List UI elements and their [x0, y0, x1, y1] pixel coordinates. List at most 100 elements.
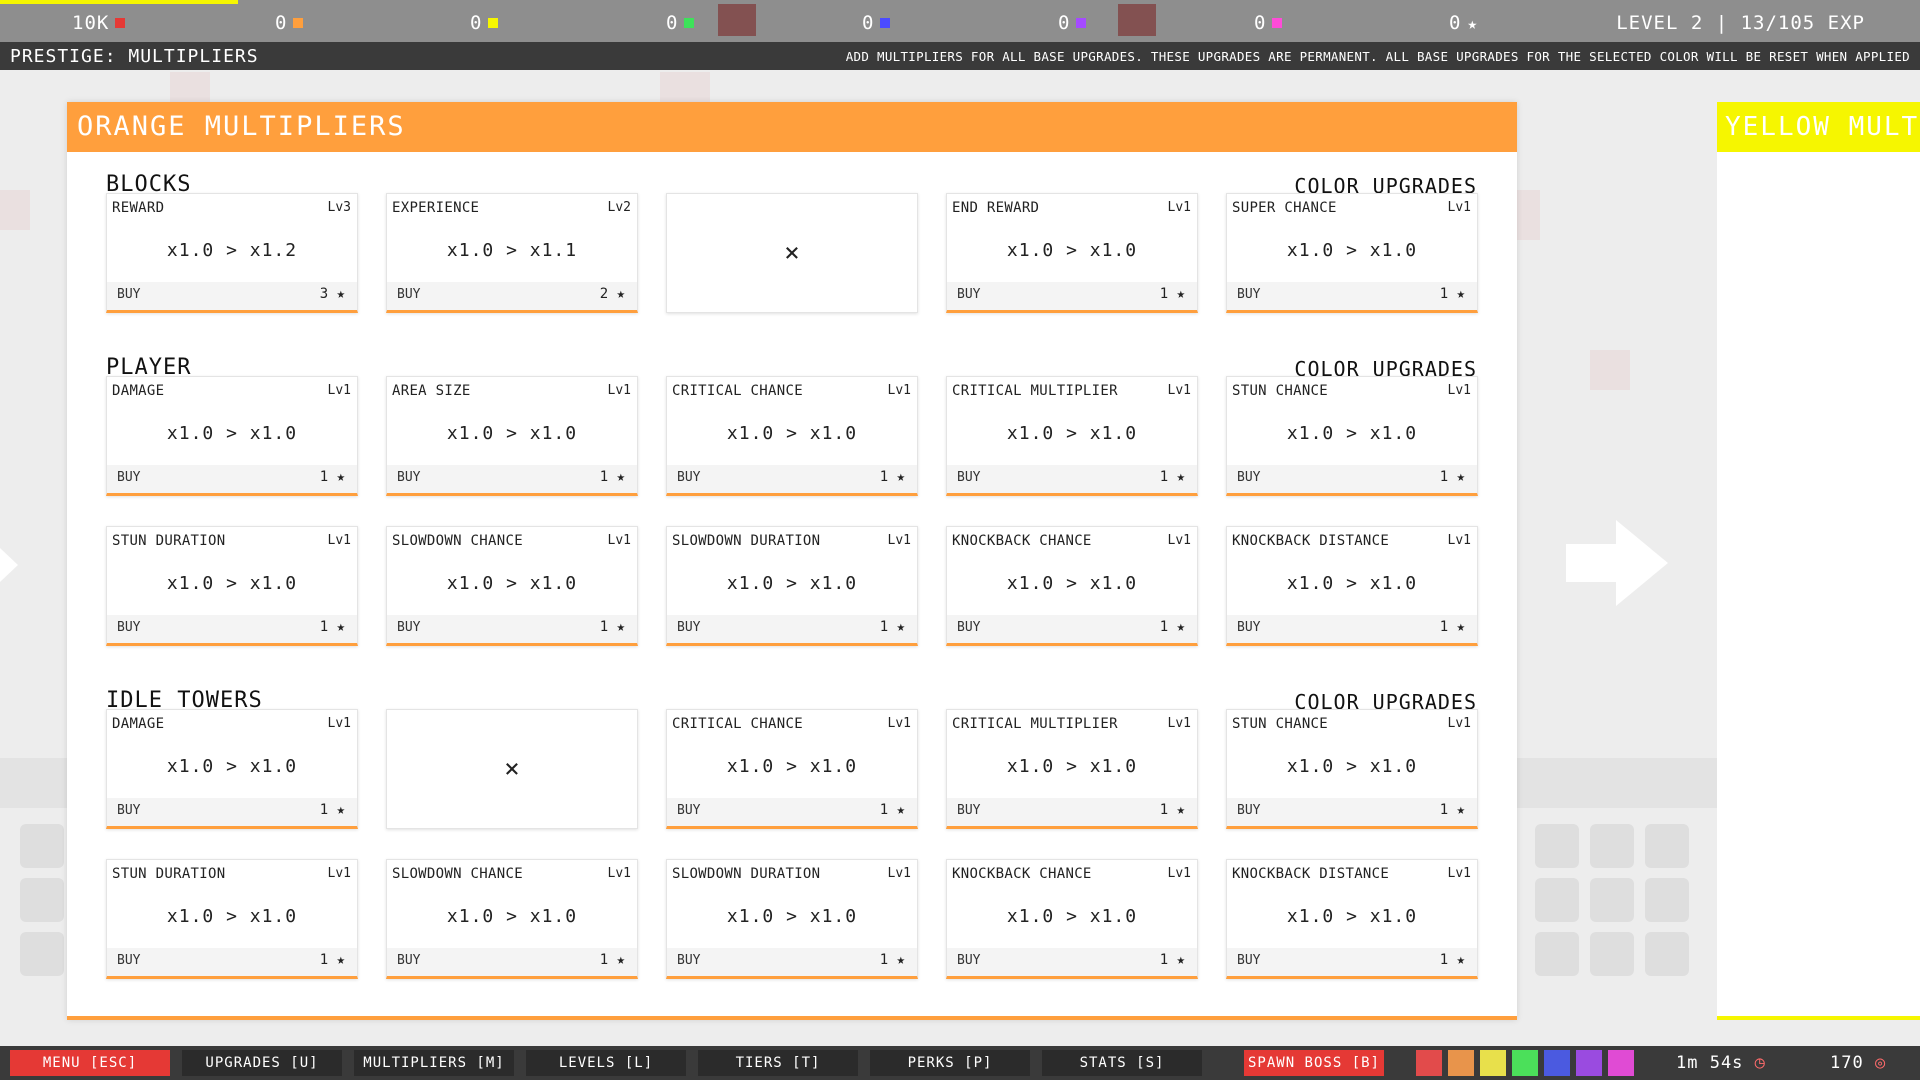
buy-button[interactable]: BUY 1 ★: [947, 798, 1197, 826]
color-select-swatch[interactable]: [1416, 1050, 1442, 1076]
buy-button[interactable]: BUY 1 ★: [667, 615, 917, 643]
arrow-left-icon[interactable]: [0, 548, 18, 582]
resource-counter: 0: [862, 12, 891, 34]
yellow-multipliers-panel[interactable]: YELLOW MULT: [1717, 102, 1920, 1020]
buy-button[interactable]: BUY 1 ★: [1227, 948, 1477, 976]
upgrade-card-area-size: AREA SIZE Lv1 x1.0 > x1.0 BUY 1 ★: [386, 376, 638, 496]
buy-button[interactable]: BUY 1 ★: [947, 282, 1197, 310]
upgrade-multiplier: x1.0 > x1.0: [1286, 573, 1418, 594]
buy-button[interactable]: BUY 1 ★: [387, 615, 637, 643]
upgrade-name: SLOWDOWN CHANCE: [392, 533, 523, 549]
background-block: [1590, 350, 1630, 390]
cost-value: 1: [1159, 469, 1169, 485]
cost-value: 1: [1159, 952, 1169, 968]
upgrade-cost: 1 ★: [1160, 469, 1185, 485]
upgrade-multiplier: x1.0 > x1.0: [726, 573, 858, 594]
buy-button[interactable]: BUY 1 ★: [667, 465, 917, 493]
upgrade-multiplier: x1.0 > x1.0: [1006, 240, 1138, 261]
buy-button[interactable]: BUY 1 ★: [107, 465, 357, 493]
buy-button[interactable]: BUY 1 ★: [667, 948, 917, 976]
upgrade-level: Lv1: [1447, 533, 1471, 548]
color-select-swatch[interactable]: [1480, 1050, 1506, 1076]
upgrade-multiplier: x1.0 > x1.0: [446, 423, 578, 444]
buy-label: BUY: [117, 470, 141, 485]
upgrade-name: KNOCKBACK DISTANCE: [1232, 533, 1390, 549]
upgrade-level: Lv1: [607, 383, 631, 398]
star-icon: ★: [1448, 952, 1465, 968]
upgrade-cost: 1 ★: [1440, 286, 1465, 302]
upgrade-level: Lv1: [1167, 383, 1191, 398]
buy-button[interactable]: BUY 1 ★: [947, 465, 1197, 493]
color-select-swatch[interactable]: [1448, 1050, 1474, 1076]
buy-button[interactable]: BUY 2 ★: [387, 282, 637, 310]
star-icon: ★: [1168, 619, 1185, 635]
upgrade-name: SLOWDOWN DURATION: [672, 866, 821, 882]
locked-upgrade-card: ×: [386, 709, 638, 829]
upgrade-card-critical-chance: CRITICAL CHANCE Lv1 x1.0 > x1.0 BUY 1 ★: [666, 709, 918, 829]
upgrade-level: Lv1: [327, 533, 351, 548]
upgrade-name: KNOCKBACK DISTANCE: [1232, 866, 1390, 882]
upgrade-name: EXPERIENCE: [392, 200, 480, 216]
buy-button[interactable]: BUY 1 ★: [1227, 282, 1477, 310]
star-icon: ★: [328, 802, 345, 818]
buy-button[interactable]: BUY 1 ★: [1227, 465, 1477, 493]
upgrade-level: Lv1: [607, 533, 631, 548]
upgrade-multiplier: x1.0 > x1.0: [1006, 573, 1138, 594]
buy-label: BUY: [957, 287, 981, 302]
resource-value: 0: [1254, 12, 1267, 34]
page-title: PRESTIGE: MULTIPLIERS: [10, 46, 259, 67]
buy-label: BUY: [117, 953, 141, 968]
upgrade-multiplier: x1.0 > x1.0: [166, 423, 298, 444]
nav-button-upgrades-u[interactable]: UPGRADES [U]: [182, 1050, 342, 1076]
star-icon: ★: [1448, 286, 1465, 302]
upgrade-name: CRITICAL CHANCE: [672, 383, 803, 399]
upgrade-name: SUPER CHANCE: [1232, 200, 1337, 216]
cost-value: 1: [1159, 286, 1169, 302]
upgrade-level: Lv1: [327, 716, 351, 731]
star-icon: ★: [328, 619, 345, 635]
buy-button[interactable]: BUY 1 ★: [107, 948, 357, 976]
color-select-swatch[interactable]: [1576, 1050, 1602, 1076]
buy-button[interactable]: BUY 1 ★: [947, 948, 1197, 976]
nav-button-multipliers-m[interactable]: MULTIPLIERS [M]: [354, 1050, 514, 1076]
panel-title: ORANGE MULTIPLIERS: [67, 102, 1517, 152]
spawn-boss-button[interactable]: SPAWN BOSS [B]: [1244, 1050, 1384, 1076]
star-icon: ★: [1168, 469, 1185, 485]
color-select-swatch[interactable]: [1608, 1050, 1634, 1076]
buy-button[interactable]: BUY 1 ★: [107, 798, 357, 826]
background-cell: [20, 932, 64, 976]
buy-button[interactable]: BUY 1 ★: [947, 615, 1197, 643]
nav-button-stats-s[interactable]: STATS [S]: [1042, 1050, 1202, 1076]
upgrade-multiplier: x1.0 > x1.0: [726, 906, 858, 927]
buy-button[interactable]: BUY 1 ★: [387, 948, 637, 976]
background-block: [660, 72, 710, 102]
resource-counter: 10K: [72, 12, 126, 34]
cost-value: 1: [1159, 802, 1169, 818]
upgrade-multiplier: x1.0 > x1.1: [446, 240, 578, 261]
upgrade-card-critical-multiplier: CRITICAL MULTIPLIER Lv1 x1.0 > x1.0 BUY 1 ★: [946, 376, 1198, 496]
color-select-swatch[interactable]: [1512, 1050, 1538, 1076]
color-select-swatch[interactable]: [1544, 1050, 1570, 1076]
arrow-right-icon[interactable]: [1566, 520, 1668, 606]
buy-button[interactable]: BUY 1 ★: [1227, 798, 1477, 826]
star-icon: ★: [1168, 286, 1185, 302]
upgrade-multiplier: x1.0 > x1.0: [1286, 423, 1418, 444]
buy-button[interactable]: BUY 1 ★: [387, 465, 637, 493]
color-swatch-icon: [293, 18, 304, 28]
buy-button[interactable]: BUY 3 ★: [107, 282, 357, 310]
nav-button-levels-l[interactable]: LEVELS [L]: [526, 1050, 686, 1076]
nav-button-perks-p[interactable]: PERKS [P]: [870, 1050, 1030, 1076]
color-swatch-icon: [880, 18, 891, 28]
buy-button[interactable]: BUY 1 ★: [667, 798, 917, 826]
nav-button-menu-esc[interactable]: MENU [ESC]: [10, 1050, 170, 1076]
star-icon: ★: [608, 286, 625, 302]
upgrade-card-reward: REWARD Lv3 x1.0 > x1.2 BUY 3 ★: [106, 193, 358, 313]
upgrade-multiplier: x1.0 > x1.0: [166, 756, 298, 777]
star-icon: ★: [888, 952, 905, 968]
upgrade-name: CRITICAL CHANCE: [672, 716, 803, 732]
buy-button[interactable]: BUY 1 ★: [1227, 615, 1477, 643]
nav-button-tiers-t[interactable]: TIERS [T]: [698, 1050, 858, 1076]
kill-counter: 170 ◎: [1830, 1053, 1886, 1073]
upgrade-level: Lv1: [1167, 716, 1191, 731]
buy-button[interactable]: BUY 1 ★: [107, 615, 357, 643]
